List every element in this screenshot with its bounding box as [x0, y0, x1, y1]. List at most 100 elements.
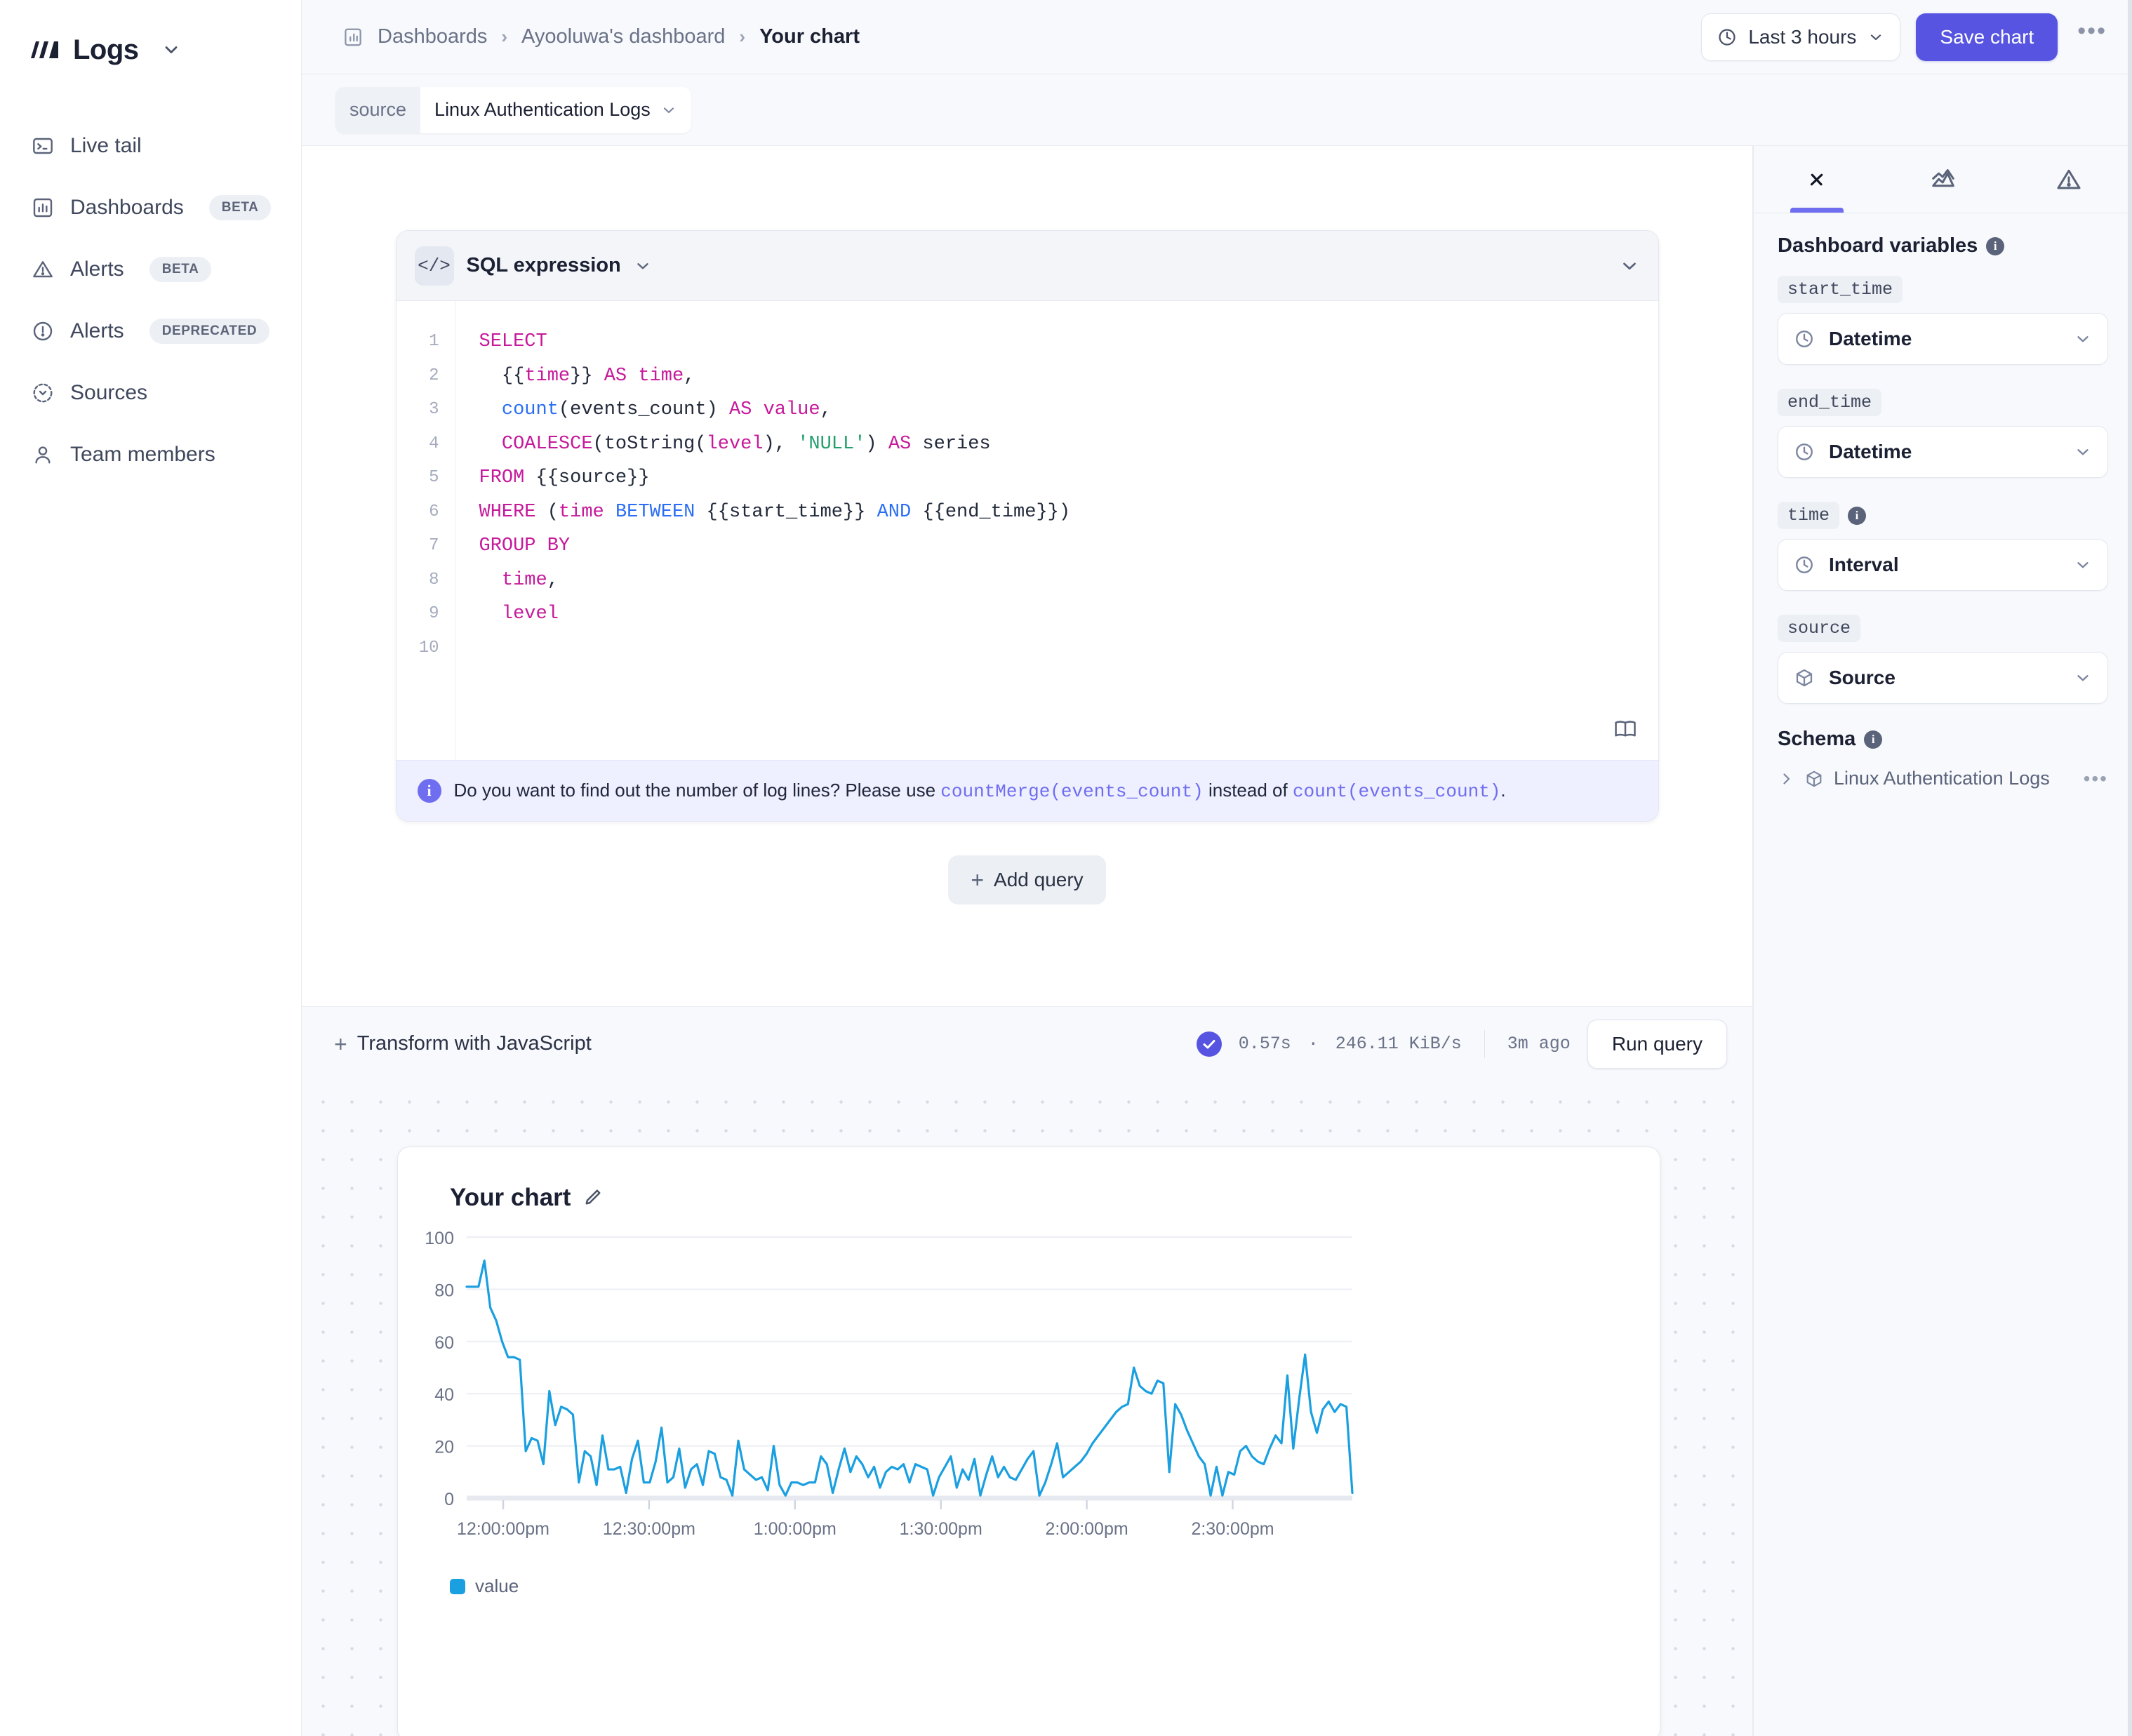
sql-editor-body[interactable]: 1 2 3 4 5 6 7 8 9 10 SELECT {{time}} AS time, cou…	[396, 301, 1658, 760]
sidebar-item-team-members[interactable]: Team members	[17, 424, 284, 486]
variable-select-time[interactable]: Interval	[1778, 539, 2108, 591]
alert-circle-icon	[31, 319, 55, 343]
book-icon[interactable]	[1613, 717, 1637, 745]
warning-triangle-icon	[31, 258, 55, 281]
breadcrumb-item-current: Your chart	[759, 25, 860, 48]
tab-variables[interactable]	[1754, 146, 1880, 213]
chevron-down-icon	[2074, 443, 2092, 461]
dashboard-variables-label: Dashboard variables	[1778, 234, 1978, 257]
add-query-button[interactable]: + Add query	[948, 855, 1106, 904]
badge-beta: BETA	[149, 257, 212, 282]
x-tick-label: 2:30:00pm	[1191, 1519, 1274, 1539]
sidebar-item-dashboards[interactable]: Dashboards BETA	[17, 177, 284, 239]
code-icon: </>	[414, 246, 454, 286]
breadcrumb-item-dashboard[interactable]: Ayooluwa's dashboard	[521, 25, 725, 48]
info-icon[interactable]: i	[1848, 506, 1867, 525]
info-icon[interactable]: i	[1864, 730, 1883, 749]
warning-triangle-icon	[2057, 169, 2081, 189]
source-filter-key: source	[349, 99, 407, 120]
query-area: </> SQL expression 1 2 3 4 5 6 7 8 9 10	[302, 146, 1752, 1006]
schema-label: Schema	[1778, 728, 1856, 750]
transform-bar: + Transform with JavaScript 0.57s · 246.…	[302, 1006, 1752, 1081]
source-filter-chip[interactable]: source Linux Authentication Logs	[335, 86, 691, 133]
schema-heading: Schema i	[1778, 728, 2108, 751]
breadcrumb-separator: ›	[739, 26, 746, 47]
clock-icon	[1794, 328, 1815, 349]
info-icon[interactable]: i	[1986, 236, 2005, 255]
hint-code-recommended[interactable]: countMerge(events_count)	[940, 781, 1203, 802]
brand-header[interactable]: Logs	[0, 0, 301, 73]
chevron-down-icon	[1867, 29, 1884, 46]
sql-expression-header: </> SQL expression	[396, 231, 1658, 301]
chart-series-value[interactable]	[465, 1259, 1354, 1497]
collapse-panel-icon[interactable]	[1619, 255, 1640, 276]
code-line: COALESCE(toString(level), 'NULL') AS ser…	[501, 433, 991, 455]
sidebar-item-live-tail[interactable]: Live tail	[17, 115, 284, 177]
window-edge-strip	[2128, 0, 2132, 1736]
clock-icon	[1794, 441, 1815, 462]
cube-icon	[1794, 667, 1815, 688]
y-tick-label: 40	[434, 1385, 454, 1405]
y-tick-label: 0	[444, 1490, 454, 1509]
line-number: 9	[429, 604, 439, 623]
chevron-right-icon[interactable]	[1778, 770, 1794, 787]
code-line: {{time}} AS time,	[479, 365, 695, 387]
pencil-icon[interactable]	[582, 1187, 603, 1208]
variable-select-source[interactable]: Source	[1778, 652, 2108, 704]
right-panel-body: Dashboard variables i start_time Datetim…	[1754, 213, 2132, 789]
variable-key-end-time: end_time	[1778, 389, 1882, 416]
tab-alerts[interactable]	[2006, 146, 2132, 213]
y-tick-label: 100	[425, 1229, 454, 1248]
editor-column: </> SQL expression 1 2 3 4 5 6 7 8 9 10	[302, 146, 1753, 1736]
hint-suffix: .	[1500, 780, 1506, 801]
breadcrumb-item-dashboards[interactable]: Dashboards	[378, 25, 487, 48]
y-tick-label: 80	[434, 1281, 454, 1300]
run-query-button[interactable]: Run query	[1587, 1019, 1727, 1069]
chart-area-icon	[1931, 168, 1954, 187]
variable-value-source: Source	[1829, 667, 1896, 688]
y-tick-label: 20	[434, 1438, 454, 1457]
sidebar-item-alerts-deprecated[interactable]: Alerts DEPRECATED	[17, 300, 284, 362]
badge-beta: BETA	[208, 195, 272, 220]
variable-select-end-time[interactable]: Datetime	[1778, 426, 2108, 478]
sql-code[interactable]: SELECT {{time}} AS time, count(events_co…	[455, 301, 1658, 760]
sql-hint-text: Do you want to find out the number of lo…	[454, 780, 1506, 802]
sidebar-item-alerts[interactable]: Alerts BETA	[17, 239, 284, 300]
variable-row-time: time i	[1778, 502, 2108, 529]
save-chart-button[interactable]: Save chart	[1916, 13, 2058, 61]
transform-with-javascript-button[interactable]: + Transform with JavaScript	[334, 1032, 592, 1055]
terminal-icon	[31, 134, 55, 158]
query-throughput: 246.11 KiB/s	[1335, 1034, 1462, 1054]
code-line: level	[501, 603, 559, 625]
line-number: 3	[429, 400, 439, 419]
plus-icon: +	[971, 867, 985, 893]
add-query-label: Add query	[994, 869, 1084, 890]
right-panel-tabs	[1754, 146, 2132, 213]
hint-code-current[interactable]: count(events_count)	[1293, 781, 1500, 802]
info-icon: i	[417, 779, 441, 803]
time-range-picker[interactable]: Last 3 hours	[1701, 13, 1901, 61]
legend-label-value[interactable]: value	[475, 1575, 519, 1597]
sidebar-item-label: Team members	[70, 443, 215, 466]
hint-prefix: Do you want to find out the number of lo…	[453, 780, 941, 801]
source-filter-value[interactable]: Linux Authentication Logs	[420, 86, 691, 133]
chevron-down-icon[interactable]	[634, 257, 652, 275]
more-options-icon[interactable]: •••	[2073, 19, 2111, 48]
time-range-value: Last 3 hours	[1748, 25, 1857, 48]
logs-logo-icon	[29, 37, 60, 62]
brand-name: Logs	[73, 34, 139, 65]
variable-key-source: source	[1778, 615, 1861, 642]
transform-label: Transform with JavaScript	[357, 1032, 592, 1055]
sidebar-item-sources[interactable]: Sources	[17, 362, 284, 424]
stat-separator-dot: ·	[1307, 1034, 1319, 1054]
variable-select-start-time[interactable]: Datetime	[1778, 313, 2108, 365]
chevron-down-icon[interactable]	[161, 40, 181, 60]
plus-icon: +	[334, 1031, 347, 1057]
clock-icon	[1794, 554, 1815, 575]
schema-item-menu-icon[interactable]: •••	[2084, 768, 2108, 788]
tab-visualization[interactable]	[1880, 146, 2006, 213]
schema-item-linux-authentication-logs[interactable]: Linux Authentication Logs •••	[1778, 768, 2108, 789]
chart-canvas: Your chart 0 20 40 60 80 100 12:00:00pm 12:30:0…	[302, 1081, 1752, 1736]
chart-card: Your chart 0 20 40 60 80 100 12:00:00pm 12:30:0…	[397, 1147, 1660, 1736]
hint-middle: instead of	[1203, 780, 1293, 801]
